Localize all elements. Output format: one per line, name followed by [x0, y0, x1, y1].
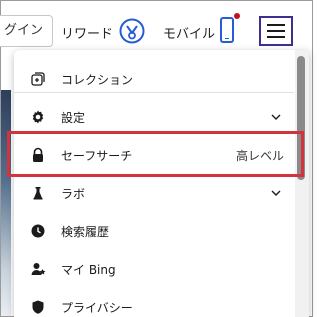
notification-dot — [234, 13, 240, 19]
menu-item-label: 検索履歴 — [61, 224, 110, 239]
chevron-down-icon[interactable] — [270, 111, 282, 123]
signin-button[interactable]: グイン — [0, 15, 53, 47]
clock-icon — [30, 223, 46, 239]
rewards-icon[interactable] — [119, 18, 145, 44]
menu-item-labs[interactable]: ラボ — [14, 174, 294, 212]
divider — [14, 92, 294, 93]
collections-icon — [30, 71, 46, 87]
safesearch-highlight-box — [7, 131, 304, 177]
menu-line — [267, 30, 285, 32]
chevron-down-icon[interactable] — [270, 187, 282, 199]
menu-item-privacy[interactable]: プライバシー — [14, 288, 294, 317]
menu-item-label: マイ Bing — [61, 262, 116, 277]
gear-icon — [30, 109, 46, 125]
top-bar: グイン リワード モバイル — [0, 1, 312, 57]
mobile-link[interactable]: モバイル — [163, 23, 215, 42]
shield-icon — [30, 299, 46, 315]
menu-item-label: コレクション — [61, 72, 134, 87]
menu-line — [267, 24, 285, 26]
menu-item-my-bing[interactable]: マイ Bing — [14, 250, 294, 288]
rewards-link[interactable]: リワード — [61, 23, 113, 42]
user-star-icon — [30, 261, 46, 277]
menu-item-label: ラボ — [61, 186, 86, 201]
background-image — [1, 90, 11, 316]
flask-icon — [30, 185, 46, 201]
menu-line — [267, 36, 285, 38]
menu-item-label: 設定 — [61, 110, 86, 125]
phone-icon[interactable] — [220, 17, 234, 43]
settings-dropdown-panel: コレクション 設定 セーフサーチ 高レベル ラボ 検索履歴 マイ Bing プラ… — [14, 50, 309, 317]
menu-item-search-history[interactable]: 検索履歴 — [14, 212, 294, 250]
hamburger-menu-button[interactable] — [259, 16, 293, 46]
menu-item-label: プライバシー — [61, 300, 133, 315]
